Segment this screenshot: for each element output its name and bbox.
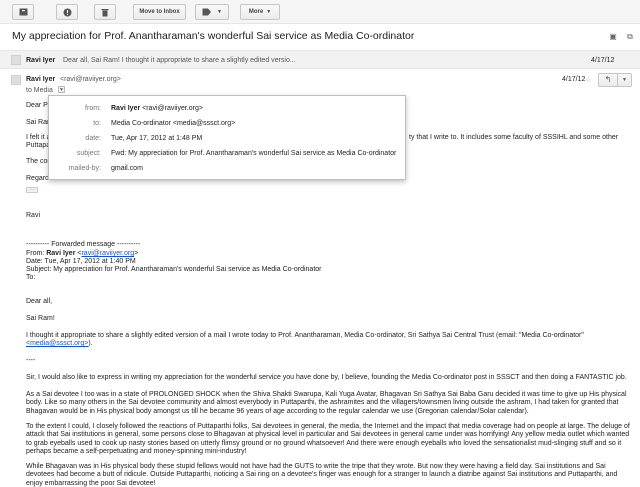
more-label: More [248,9,264,15]
sender-name: Ravi Iyer [26,76,56,83]
reply-icon: ↰ [604,75,612,84]
trash-icon [101,8,109,16]
message-date: 4/17/12 [562,76,586,83]
popup-from-value: Ravi Iyer <ravi@raviiyer.org> [111,105,203,112]
toolbar: Move to Inbox ▼ More ▼ [0,0,640,24]
fwd-from-name: Ravi Iyer [46,250,76,257]
forwarded-header: ---------- Forwarded message ---------- [26,241,141,248]
spam-icon [63,8,71,16]
move-to-inbox-button[interactable]: Move to Inbox [133,4,186,20]
fwd-from-email-link[interactable]: ravi@raviiyer.org [81,250,134,257]
body-sai-ram: Sai Ram! [26,315,55,322]
show-trimmed-content-button[interactable]: ··· [26,187,38,193]
popup-from-label: from: [85,105,101,112]
message-details-popup: from: Ravi Iyer <ravi@raviiyer.org> to: … [48,95,406,180]
avatar [11,75,21,85]
more-button[interactable]: More ▼ [240,4,280,20]
thread-subject-row: My appreciation for Prof. Anantharaman's… [0,26,640,46]
popup-from-name: Ravi Iyer [111,105,141,112]
report-spam-button[interactable] [56,4,78,20]
collapsed-sender: Ravi Iyer [26,57,56,64]
body-paragraph-2: As a Sai devotee I too was in a state of… [26,391,627,415]
popup-to-label: to: [93,120,101,127]
body-dear-all: Dear all, [26,298,53,305]
avatar [11,55,21,65]
print-icon[interactable]: ▣ [608,32,618,41]
body-para1-right: ty that I write to. It includes some fac… [409,134,619,141]
archive-icon [19,8,27,16]
show-details-button[interactable]: ▼ [58,86,65,93]
body-paragraph-4: While Bhagavan was in His physical body … [26,463,618,487]
archive-button[interactable] [12,4,34,20]
popup-from-email: <ravi@raviiyer.org> [142,105,203,112]
star-icon[interactable]: ☆ [391,32,398,41]
chevron-down-icon: ▼ [622,77,627,83]
star-icon[interactable]: ☆ [585,75,592,84]
fwd-date: Date: Tue, Apr 17, 2012 at 1:40 PM [26,258,136,265]
body-intro: I thought it appropriate to share a slig… [26,332,630,349]
label-tag-icon [202,8,212,16]
collapsed-date: 4/17/12 [591,57,615,64]
labels-button[interactable]: ▼ [195,4,229,20]
body-dashes: ---- [26,357,36,364]
popup-date-label: date: [85,135,101,142]
thread-subject: My appreciation for Prof. Anantharaman's… [12,30,415,42]
chevron-down-icon: ▼ [266,9,272,15]
body-signature: Ravi [26,212,41,219]
recipient-summary: to Media [26,87,53,94]
body-paragraph-3: To the extent I could, I closely followe… [26,423,630,455]
message-more-button[interactable]: ▼ [617,73,632,87]
fwd-from-label: From: [26,250,45,257]
intro-text: I thought it appropriate to share a slig… [26,332,584,339]
fwd-to: To: [26,274,36,281]
popup-subject-value: Fwd: My appreciation for Prof. Ananthara… [111,150,397,157]
intro-end: ). [88,340,93,348]
media-email-link[interactable]: <media@sssct.org> [26,340,88,347]
popup-to-value: Media Co-ordinator <media@sssct.org> [111,120,236,127]
popup-mailedby-value: gmail.com [111,165,143,172]
delete-button[interactable] [94,4,116,20]
collapsed-message[interactable]: Ravi Iyer Dear all, Sai Ram! I thought i… [0,50,640,69]
sender-email: <ravi@raviiyer.org> [60,76,121,83]
body-paragraph-1: Sir, I would also like to express in wri… [26,374,627,381]
new-window-icon[interactable]: ⧉ [625,32,635,41]
reply-button[interactable]: ↰ [598,73,618,87]
chevron-down-icon: ▼ [217,9,222,15]
fwd-from-line: From: Ravi Iyer <ravi@raviiyer.org> [26,250,139,257]
popup-subject-label: subject: [76,150,101,157]
popup-date-value: Tue, Apr 17, 2012 at 1:48 PM [111,135,203,142]
popup-mailedby-label: mailed-by: [68,165,101,172]
fwd-subject: Subject: My appreciation for Prof. Anant… [26,266,322,273]
collapsed-snippet: Dear all, Sai Ram! I thought it appropri… [63,57,296,64]
